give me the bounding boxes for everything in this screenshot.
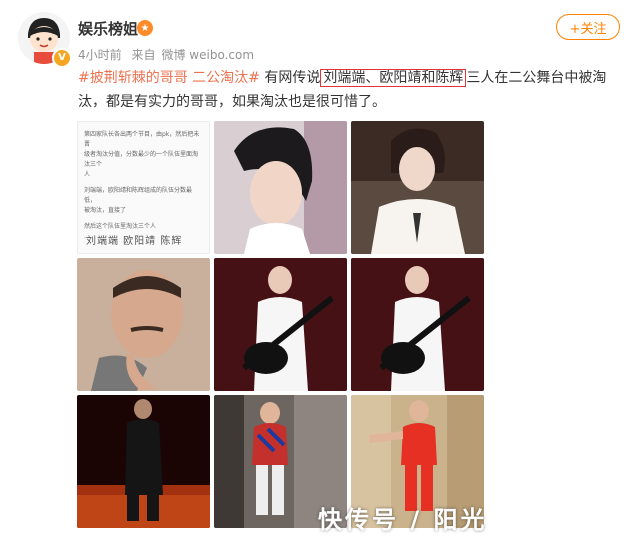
follow-button[interactable]: +关注 [556, 14, 620, 40]
doc-names: 刘端端 欧阳靖 陈辉 [86, 236, 183, 247]
image-portrait-2[interactable] [351, 121, 484, 254]
v-badge-icon: V [52, 48, 72, 68]
topic-link[interactable]: #披荆斩棘的哥哥 二公淘汰# [78, 70, 260, 86]
post-time[interactable]: 4小时前 [78, 48, 122, 62]
image-stage-fire[interactable] [77, 395, 210, 528]
post-meta: 4小时前 来自 微博 weibo.com [78, 46, 260, 63]
username[interactable]: 娱乐榜姐 [78, 18, 138, 39]
image-document[interactable]: 第四家队长各出两个节目，由pk，然后把未晋 级者淘汰分值，分数最少的一个队伍里面… [77, 121, 210, 254]
post-text-before: 有网传说 [259, 70, 321, 86]
doc-line: 刘端端，欧阳靖和陈辉组成的队伍分数最低， [84, 187, 193, 204]
post-source[interactable]: 微博 weibo.com [161, 48, 254, 62]
post-text: #披荆斩棘的哥哥 二公淘汰# 有网传说 刘端端、欧阳靖和陈辉 三人在二公舞台中被淘汰… [78, 66, 618, 114]
image-grid: 第四家队长各出两个节目，由pk，然后把未晋 级者淘汰分值，分数最少的一个队伍里面… [77, 121, 485, 528]
doc-line: 然后这个队伍里淘汰三个人 [84, 223, 157, 230]
image-portrait-1[interactable] [214, 121, 347, 254]
doc-line: 被淘汰，直接了 [84, 207, 127, 214]
doc-line: 级者淘汰分值，分数最少的一个队伍里面淘汰三个 [84, 151, 199, 168]
image-guitarist-1[interactable] [214, 258, 347, 391]
image-guitarist-2[interactable] [351, 258, 484, 391]
honor-badge-icon[interactable]: ★ [137, 20, 153, 36]
doc-line: 人 [84, 171, 91, 178]
watermark: 快传号 / 阳光 [318, 506, 488, 534]
highlighted-names: 刘端端、欧阳靖和陈辉 [320, 69, 467, 87]
source-prefix: 来自 [131, 48, 156, 62]
image-portrait-3[interactable] [77, 258, 210, 391]
doc-line: 第四家队长各出两个节目，由pk，然后把未晋 [84, 131, 200, 148]
